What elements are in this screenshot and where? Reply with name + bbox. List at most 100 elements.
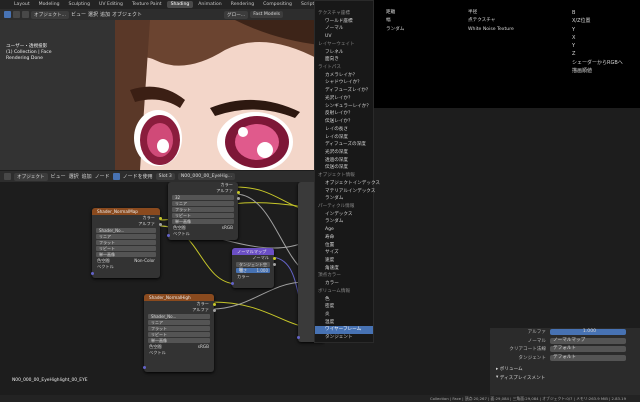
menu-item[interactable]: 色	[315, 296, 373, 304]
menu-item[interactable]: 角速度	[315, 265, 373, 273]
menu-item[interactable]: インデックス	[315, 211, 373, 219]
tangent-row[interactable]: タンジェント デフォルト	[490, 354, 640, 363]
shading-preset[interactable]: Fast Models	[250, 11, 284, 18]
editor-type-icon[interactable]	[4, 173, 11, 180]
menu-item[interactable]: シャドウレイか？	[315, 79, 373, 87]
output-socket[interactable]	[158, 223, 162, 226]
menu-item[interactable]: 伝送の深度	[315, 164, 373, 172]
input-socket[interactable]	[296, 336, 300, 339]
menu-item[interactable]: 点テクスチャ	[468, 17, 514, 25]
node-node-menu[interactable]: ノード	[95, 173, 110, 180]
menu-item[interactable]: シェーダーからRGBへ	[572, 59, 623, 67]
menu-item[interactable]: 描画順値	[572, 67, 623, 75]
viewport-mode-menu[interactable]: オブジェクト...	[31, 10, 69, 19]
image-select[interactable]: Shader_No...	[96, 228, 156, 233]
projection-select[interactable]: フラット	[172, 207, 234, 212]
tangent-value[interactable]: デフォルト	[550, 354, 626, 361]
volume-section[interactable]: ▸ ボリューム	[490, 365, 640, 374]
node-view-menu[interactable]: ビュー	[51, 173, 66, 180]
output-socket[interactable]	[158, 217, 162, 220]
box-select-icon[interactable]	[13, 11, 20, 18]
tab-texture-paint[interactable]: Texture Paint	[128, 1, 166, 8]
menu-item[interactable]: X/Z位置	[572, 17, 623, 25]
menu-item[interactable]: ワールド座標	[315, 18, 373, 26]
node-mode-menu[interactable]: オブジェクト	[14, 172, 48, 181]
image-select[interactable]: Shader_No...	[148, 314, 210, 319]
tab-shading[interactable]: Shading	[166, 1, 194, 8]
output-socket[interactable]	[272, 257, 276, 260]
tab-uv-editing[interactable]: UV Editing	[95, 1, 127, 8]
tab-modeling[interactable]: Modeling	[35, 1, 64, 8]
menu-item[interactable]: Z	[572, 50, 623, 58]
menu-item[interactable]: ディフューズレイか？	[315, 87, 373, 95]
menu-item[interactable]: ランダム	[315, 195, 373, 203]
menu-item[interactable]: ノーマル	[315, 25, 373, 33]
menu-item[interactable]: Age	[315, 226, 373, 234]
displacement-section[interactable]: ▾ ディスプレイスメント	[490, 374, 640, 383]
menu-item[interactable]: 温度	[315, 319, 373, 327]
image-select[interactable]: 32	[172, 195, 234, 200]
output-socket[interactable]	[272, 263, 276, 266]
viewport-object-menu[interactable]: オブジェクト	[112, 11, 142, 18]
menu-item[interactable]: マテリアルインデックス	[315, 188, 375, 196]
input-socket[interactable]	[166, 234, 170, 237]
clearcoat-row[interactable]: クリアコート法線 デフォルト	[490, 345, 640, 354]
use-nodes-checkbox[interactable]	[112, 173, 120, 180]
menu-item[interactable]: UV	[315, 33, 373, 41]
menu-item[interactable]: タンジェント	[315, 334, 373, 342]
menu-item[interactable]: レイの長さ	[315, 126, 373, 134]
image-texture-node-top[interactable]: カラー アルファ 32 リニア フラット リピート 単一画像 色空間 sRGB ベ…	[166, 182, 240, 240]
input-socket[interactable]	[230, 282, 234, 285]
menu-item[interactable]: 光沢レイか？	[315, 95, 373, 103]
tab-compositing[interactable]: Compositing	[259, 1, 296, 8]
tab-layout[interactable]: Layout	[10, 1, 34, 8]
source-select[interactable]: 単一画像	[148, 338, 210, 343]
menu-item[interactable]: White Noise Texture	[468, 26, 514, 34]
menu-item[interactable]: ワイヤーフレーム	[315, 326, 373, 335]
input-socket[interactable]	[142, 366, 146, 369]
menu-item[interactable]: 速度	[315, 257, 373, 265]
menu-item[interactable]: 光沢の深度	[315, 149, 373, 157]
interpolation-select[interactable]: リニア	[172, 201, 234, 206]
node-select-menu[interactable]: 選択	[69, 173, 79, 180]
tab-sculpting[interactable]: Sculpting	[65, 1, 94, 8]
transform-orientation[interactable]: グロー...	[224, 10, 249, 19]
output-socket[interactable]	[212, 309, 216, 312]
menu-item[interactable]: 密度	[315, 303, 373, 311]
menu-item[interactable]: 炎	[315, 311, 373, 319]
menu-item[interactable]: カメラレイか？	[315, 72, 373, 80]
image-texture-node-normalmap[interactable]: Shader_NormalMap カラー アルファ Shader_No... リ…	[90, 208, 162, 278]
alpha-value[interactable]: 1.000	[550, 329, 626, 336]
tab-animation[interactable]: Animation	[194, 1, 225, 8]
tweak-icon[interactable]	[22, 11, 29, 18]
select-tool-icon[interactable]	[4, 11, 11, 18]
menu-item[interactable]: シンギュラーレイか？	[315, 103, 373, 111]
extension-select[interactable]: リピート	[148, 332, 210, 337]
menu-item[interactable]: Y	[572, 26, 623, 34]
menu-item[interactable]: ランダム	[386, 26, 404, 34]
viewport-view-menu[interactable]: ビュー	[71, 11, 86, 18]
interpolation-select[interactable]: リニア	[148, 320, 210, 325]
extension-select[interactable]: リピート	[96, 246, 156, 251]
menu-item[interactable]: ディフューズの深度	[315, 141, 373, 149]
normal-row[interactable]: ノーマル ノーマルマップ	[490, 337, 640, 346]
alpha-row[interactable]: アルファ 1.000	[490, 328, 640, 337]
output-socket[interactable]	[236, 197, 240, 200]
menu-item[interactable]: 位置	[315, 242, 373, 250]
extension-select[interactable]: リピート	[172, 213, 234, 218]
image-texture-node-highlight[interactable]: Shader_NormalHigh カラー アルファ Shader_No... …	[142, 294, 216, 372]
menu-item[interactable]: カラー	[315, 280, 373, 288]
menu-item[interactable]: 幅	[386, 17, 404, 25]
menu-item[interactable]: 半径	[468, 9, 514, 17]
menu-item[interactable]: ランダム	[315, 218, 373, 226]
normal-map-node[interactable]: ノーマルマップ ノーマル タンジェント空間 強さ 1.000 カラー	[230, 248, 276, 288]
strength-field[interactable]: 強さ 1.000	[236, 268, 270, 273]
menu-item[interactable]: オブジェクトインデックス	[315, 180, 380, 188]
input-socket[interactable]	[90, 272, 94, 275]
3d-viewport[interactable]: ユーザー・透視投影 (1) Collection | Face Renderin…	[0, 20, 320, 170]
menu-item[interactable]: 伝送レイか？	[315, 118, 373, 126]
menu-item[interactable]: レイの深度	[315, 134, 373, 142]
menu-item[interactable]: 面向き	[315, 56, 373, 64]
output-socket[interactable]	[236, 191, 240, 194]
projection-select[interactable]: フラット	[148, 326, 210, 331]
